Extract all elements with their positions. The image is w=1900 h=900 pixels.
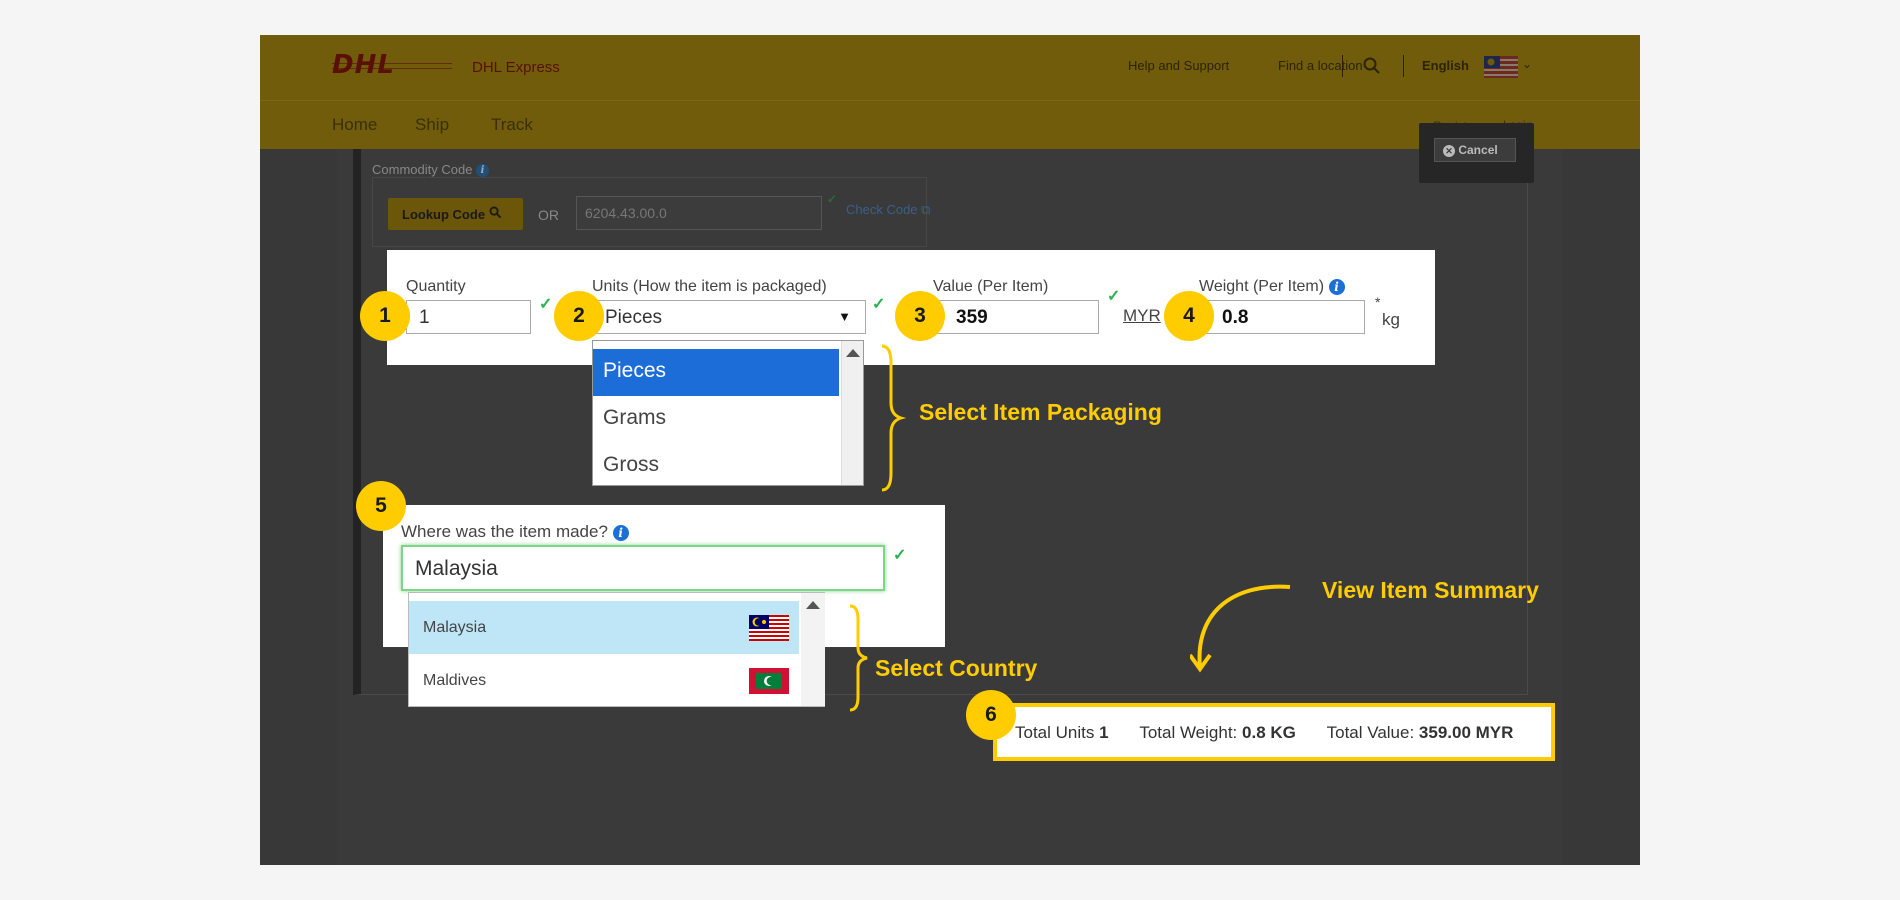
header-bar: DHL DHL Express Help and Support Find a …: [260, 35, 1640, 100]
value-label: Value (Per Item): [933, 278, 1049, 295]
step-badge-4: 4: [1164, 291, 1214, 341]
scroll-up-icon[interactable]: [846, 349, 860, 357]
country-dropdown-list: Malaysia Maldives: [408, 592, 825, 707]
check-icon: ✓: [872, 296, 886, 313]
dhl-logo[interactable]: DHL: [332, 50, 395, 80]
check-icon: ✓: [1107, 288, 1121, 305]
units-option-pieces[interactable]: Pieces: [593, 349, 839, 396]
units-option-grams[interactable]: Grams: [593, 396, 839, 443]
country-brace: [849, 604, 868, 712]
annotation-packaging: Select Item Packaging: [919, 399, 1162, 425]
nav-track[interactable]: Track: [491, 115, 533, 135]
total-units-label: Total Units: [1015, 723, 1095, 742]
step-badge-2: 2: [554, 291, 604, 341]
units-dropdown-list: Pieces Grams Gross: [592, 340, 864, 486]
weight-unit: kg: [1382, 310, 1400, 329]
or-text: OR: [538, 207, 559, 223]
item-summary: Total Units 1 Total Weight: 0.8 KG Total…: [993, 703, 1555, 761]
summary-text: Total Units 1 Total Weight: 0.8 KG Total…: [1015, 723, 1513, 743]
packaging-brace: [881, 344, 907, 492]
step-badge-6: 6: [966, 690, 1016, 740]
divider: [1403, 55, 1404, 77]
weight-label: Weight (Per Item) i: [1199, 278, 1345, 296]
value-input[interactable]: 359: [933, 300, 1099, 334]
cancel-button[interactable]: ✕ Cancel: [1434, 138, 1516, 162]
country-name: Malaysia: [423, 619, 487, 636]
malaysia-flag-icon[interactable]: [1484, 56, 1518, 78]
units-option-gross[interactable]: Gross: [593, 443, 839, 490]
info-icon[interactable]: i: [612, 524, 629, 541]
total-units-value: 1: [1099, 723, 1109, 742]
total-value-value: 359.00 MYR: [1418, 723, 1514, 742]
chevron-down-icon[interactable]: ⌄: [1522, 57, 1532, 71]
origin-label: Where was the item made? i: [401, 522, 629, 542]
maldives-flag-icon: [749, 668, 789, 694]
info-icon[interactable]: i: [1328, 278, 1345, 295]
summary-arrow-icon: [1190, 584, 1291, 673]
total-weight-value: 0.8 KG: [1242, 723, 1296, 742]
external-link-icon: ⧉: [921, 202, 931, 217]
country-name: Maldives: [423, 672, 487, 689]
currency-link[interactable]: MYR: [1123, 306, 1161, 326]
close-icon: ✕: [1443, 145, 1455, 157]
nav-ship[interactable]: Ship: [415, 115, 449, 135]
origin-input[interactable]: Malaysia: [401, 545, 885, 591]
brand-label: DHL Express: [472, 59, 560, 76]
check-code-link[interactable]: Check Code ⧉: [846, 202, 930, 218]
malaysia-flag-icon: [749, 615, 789, 641]
commodity-label: Commodity Code i: [372, 162, 490, 178]
search-icon: [489, 206, 501, 219]
help-link[interactable]: Help and Support: [1128, 58, 1229, 73]
scrollbar[interactable]: [801, 593, 825, 706]
divider: [1342, 55, 1343, 77]
lookup-code-button[interactable]: Lookup Code: [388, 198, 523, 230]
weight-input[interactable]: 0.8: [1199, 300, 1365, 334]
cancel-panel: ✕ Cancel: [1419, 123, 1534, 183]
language-select[interactable]: English: [1422, 58, 1469, 73]
commodity-code-input[interactable]: 6204.43.00.0: [576, 196, 822, 230]
required-mark: *: [1375, 294, 1381, 310]
country-option-malaysia[interactable]: Malaysia: [409, 601, 799, 654]
units-select[interactable]: Pieces ▼: [592, 300, 866, 334]
quantity-input[interactable]: 1: [406, 300, 531, 334]
nav-home[interactable]: Home: [332, 115, 377, 135]
scrollbar[interactable]: [841, 341, 863, 485]
app-window: DHL DHL Express Help and Support Find a …: [260, 35, 1640, 865]
step-badge-5: 5: [356, 481, 406, 531]
scroll-up-icon[interactable]: [806, 601, 820, 609]
check-icon: ✓: [539, 296, 553, 313]
find-location-link[interactable]: Find a location: [1278, 58, 1363, 73]
units-label: Units (How the item is packaged): [592, 278, 827, 295]
check-icon: ✓: [893, 547, 907, 564]
total-value-label: Total Value:: [1326, 723, 1415, 742]
quantity-label: Quantity: [406, 278, 466, 295]
dropdown-arrow-icon: ▼: [838, 309, 851, 324]
country-option-maldives[interactable]: Maldives: [409, 654, 799, 707]
search-icon[interactable]: [1363, 57, 1381, 75]
check-icon: ✓: [827, 192, 838, 206]
step-badge-3: 3: [895, 291, 945, 341]
info-icon[interactable]: i: [476, 164, 490, 178]
annotation-summary: View Item Summary: [1322, 577, 1539, 603]
annotation-country: Select Country: [875, 655, 1038, 681]
total-weight-label: Total Weight:: [1139, 723, 1238, 742]
step-badge-1: 1: [360, 291, 410, 341]
